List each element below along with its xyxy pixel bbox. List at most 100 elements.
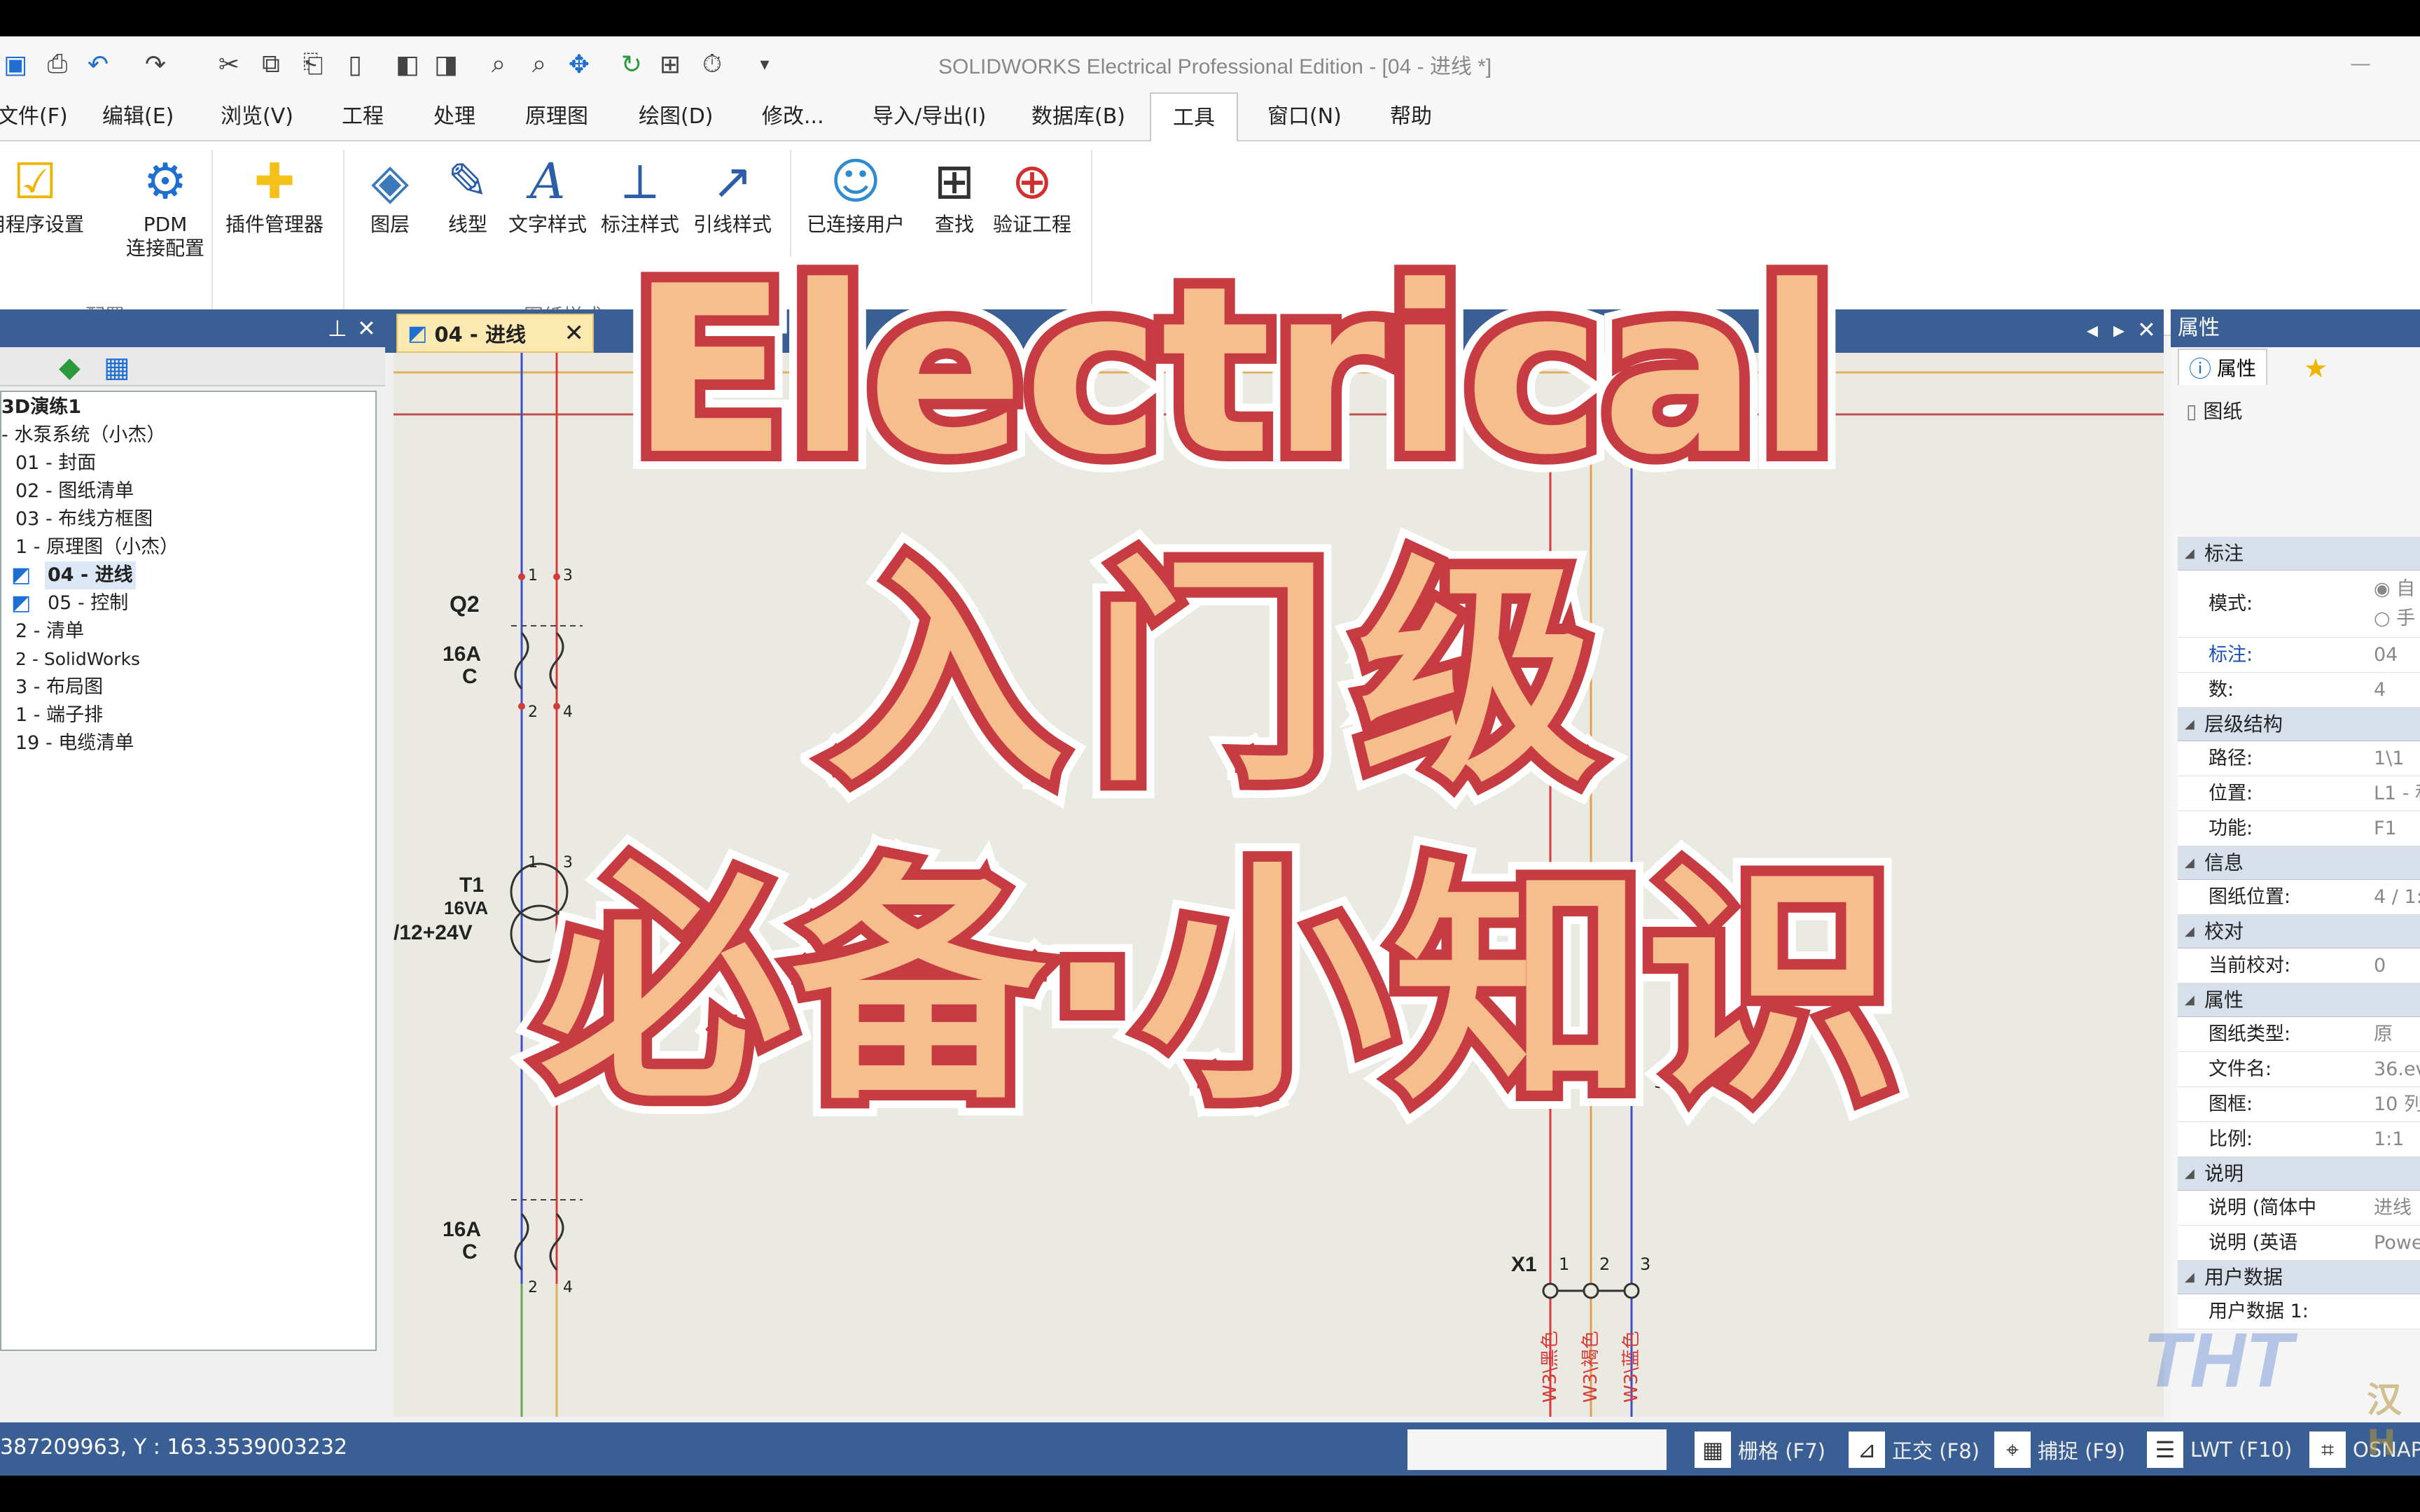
find-button[interactable]: ⊞ 查找	[923, 150, 986, 237]
close-icon[interactable]: ✕	[357, 315, 376, 342]
tree-folder[interactable]: 1 - 原理图（小杰）	[15, 533, 179, 561]
property-section[interactable]: 属性	[2178, 983, 2420, 1017]
tab-scroll-left-icon[interactable]: ◂	[2087, 316, 2098, 343]
properties-tab[interactable]: ⓘ 属性	[2178, 349, 2268, 385]
property-section[interactable]: 说明	[2178, 1157, 2420, 1191]
new-icon[interactable]: ▣	[0, 49, 31, 80]
pdm-config-button[interactable]: ⚙ PDM 连接配置	[126, 150, 204, 260]
app-settings-button[interactable]: ☑ 用程序设置	[0, 150, 84, 237]
document-icon[interactable]: ▯	[340, 49, 370, 80]
property-row[interactable]: 当前校对: 0	[2178, 948, 2420, 983]
tab-scroll-right-icon[interactable]: ▸	[2113, 316, 2125, 343]
tree-item-selected[interactable]: 04 - 进线	[45, 561, 136, 589]
property-value[interactable]: 4	[2374, 673, 2386, 708]
print-icon[interactable]: ⎙	[42, 49, 73, 80]
menu-tools[interactable]: 工具	[1150, 92, 1238, 143]
tree-item[interactable]: 19 - 电缆清单	[15, 729, 134, 757]
verify-project-button[interactable]: ⊕ 验证工程	[993, 150, 1071, 237]
property-value[interactable]: 1\1	[2374, 741, 2404, 776]
property-section[interactable]: 标注	[2178, 537, 2420, 570]
cut-icon[interactable]: ✂	[214, 49, 244, 80]
components-icon[interactable]: ◆	[59, 351, 81, 384]
property-section[interactable]: 层级结构	[2178, 708, 2420, 741]
text-style-button[interactable]: A 文字样式	[508, 150, 587, 237]
close-tab-icon[interactable]: ✕	[564, 319, 585, 347]
tree-project[interactable]: 3D演练1	[1, 393, 81, 421]
menu-modify[interactable]: 修改...	[755, 92, 831, 141]
plugin-manager-button[interactable]: ✚ 插件管理器	[225, 150, 324, 237]
menu-schematic[interactable]: 原理图	[518, 92, 595, 141]
property-section[interactable]: 用户数据	[2178, 1261, 2420, 1294]
menu-file[interactable]: 文件(F)	[0, 92, 75, 141]
menu-view[interactable]: 浏览(V)	[214, 92, 300, 141]
tree-folder[interactable]: 2 - SolidWorks	[15, 645, 140, 673]
sheet-filter-button[interactable]: ▯ 图纸	[2186, 396, 2242, 424]
property-row[interactable]: 功能: F1	[2178, 811, 2420, 846]
refresh-icon[interactable]: ↻	[616, 49, 647, 80]
property-value[interactable]: 10 列	[2374, 1087, 2420, 1122]
lwt-toggle[interactable]: ☰ LWT (F10)	[2147, 1429, 2292, 1470]
property-value[interactable]: 36.ev	[2374, 1052, 2420, 1087]
next-page-icon[interactable]: ◨	[431, 49, 461, 80]
menu-edit[interactable]: 编辑(E)	[95, 92, 181, 141]
ortho-toggle[interactable]: ⊿ 正交 (F8)	[1849, 1429, 1980, 1470]
copy-icon[interactable]: ⧉	[256, 49, 286, 80]
menu-import-export[interactable]: 导入/导出(I)	[865, 92, 993, 141]
favorites-star-icon[interactable]: ★	[2304, 353, 2328, 384]
property-value[interactable]: F1	[2374, 811, 2397, 846]
tree-book[interactable]: - 水泵系统（小杰）	[1, 421, 165, 449]
minimize-button[interactable]: —	[2350, 52, 2371, 76]
property-value[interactable]: 4 / 1:	[2374, 880, 2420, 915]
tree-folder[interactable]: 3 - 布局图	[15, 673, 103, 701]
property-row[interactable]: 图框: 10 列	[2178, 1087, 2420, 1122]
binoculars-small-icon[interactable]: ⊞	[655, 49, 686, 80]
zoom-icon[interactable]: ⌕	[483, 49, 514, 80]
tree-item[interactable]: 02 - 图纸清单	[15, 477, 134, 505]
property-value[interactable]: 0	[2374, 948, 2386, 983]
property-value[interactable]: 进线	[2374, 1191, 2412, 1226]
close-document-icon[interactable]: ✕	[2137, 316, 2156, 343]
tree-item[interactable]: 01 - 封面	[15, 449, 96, 477]
paste-icon[interactable]: ⎗	[298, 49, 328, 80]
property-row[interactable]: 图纸位置: 4 / 1:	[2178, 880, 2420, 915]
property-row[interactable]: 数: 4	[2178, 673, 2420, 708]
leader-style-button[interactable]: ↗ 引线样式	[693, 150, 772, 237]
property-row[interactable]: 比例: 1:1	[2178, 1122, 2420, 1157]
document-tab[interactable]: ◩ 04 - 进线 ✕	[396, 314, 594, 353]
timer-icon[interactable]: ⏱	[697, 49, 728, 80]
tree-folder[interactable]: 1 - 端子排	[15, 701, 103, 729]
property-row[interactable]: 位置: L1 - 和	[2178, 776, 2420, 811]
undo-icon[interactable]: ↶	[83, 49, 113, 80]
layers-button[interactable]: ◈ 图层	[359, 150, 422, 237]
grid-toggle[interactable]: ▦ 栅格 (F7)	[1695, 1429, 1826, 1470]
drawing-canvas[interactable]: Q2 16A C T1 16VA /12+24V 16A C 1 3 2 4 1…	[394, 353, 2164, 1417]
menu-process[interactable]: 处理	[426, 92, 482, 141]
property-value[interactable]: 原	[2374, 1017, 2393, 1052]
property-row[interactable]: 路径: 1\1	[2178, 741, 2420, 776]
property-value[interactable]: L1 - 和	[2374, 776, 2420, 811]
tree-folder[interactable]: 2 - 清单	[15, 617, 84, 645]
property-row[interactable]: 说明 (英语 Powe	[2178, 1226, 2420, 1261]
menu-database[interactable]: 数据库(B)	[1024, 92, 1132, 141]
menu-project[interactable]: 工程	[335, 92, 391, 141]
property-value[interactable]: 1:1	[2374, 1122, 2404, 1157]
tree-item[interactable]: 05 - 控制	[48, 589, 128, 617]
menu-draw[interactable]: 绘图(D)	[632, 92, 721, 141]
snap-toggle[interactable]: ⌖ 捕捉 (F9)	[1994, 1429, 2125, 1470]
dimension-style-button[interactable]: ⟂ 标注样式	[601, 150, 679, 237]
linetype-button[interactable]: ✎ 线型	[436, 150, 499, 237]
tree-item[interactable]: 03 - 布线方框图	[15, 505, 153, 533]
property-value[interactable]: ◉ 自 ○ 手	[2374, 575, 2415, 634]
property-section[interactable]: 校对	[2178, 915, 2420, 948]
pin-icon[interactable]: ⊥	[328, 315, 347, 342]
property-row[interactable]: 标注: 04	[2178, 638, 2420, 673]
property-row[interactable]: 模式: ◉ 自 ○ 手	[2178, 570, 2420, 638]
property-value[interactable]: 04	[2374, 638, 2398, 673]
customize-dropdown-icon[interactable]: ▾	[749, 49, 780, 80]
prev-page-icon[interactable]: ◧	[392, 49, 423, 80]
menu-window[interactable]: 窗口(N)	[1260, 92, 1349, 141]
property-row[interactable]: 说明 (简体中 进线	[2178, 1191, 2420, 1226]
redo-icon[interactable]: ↷	[140, 49, 171, 80]
property-row[interactable]: 图纸类型: 原	[2178, 1017, 2420, 1052]
menu-help[interactable]: 帮助	[1383, 92, 1439, 141]
